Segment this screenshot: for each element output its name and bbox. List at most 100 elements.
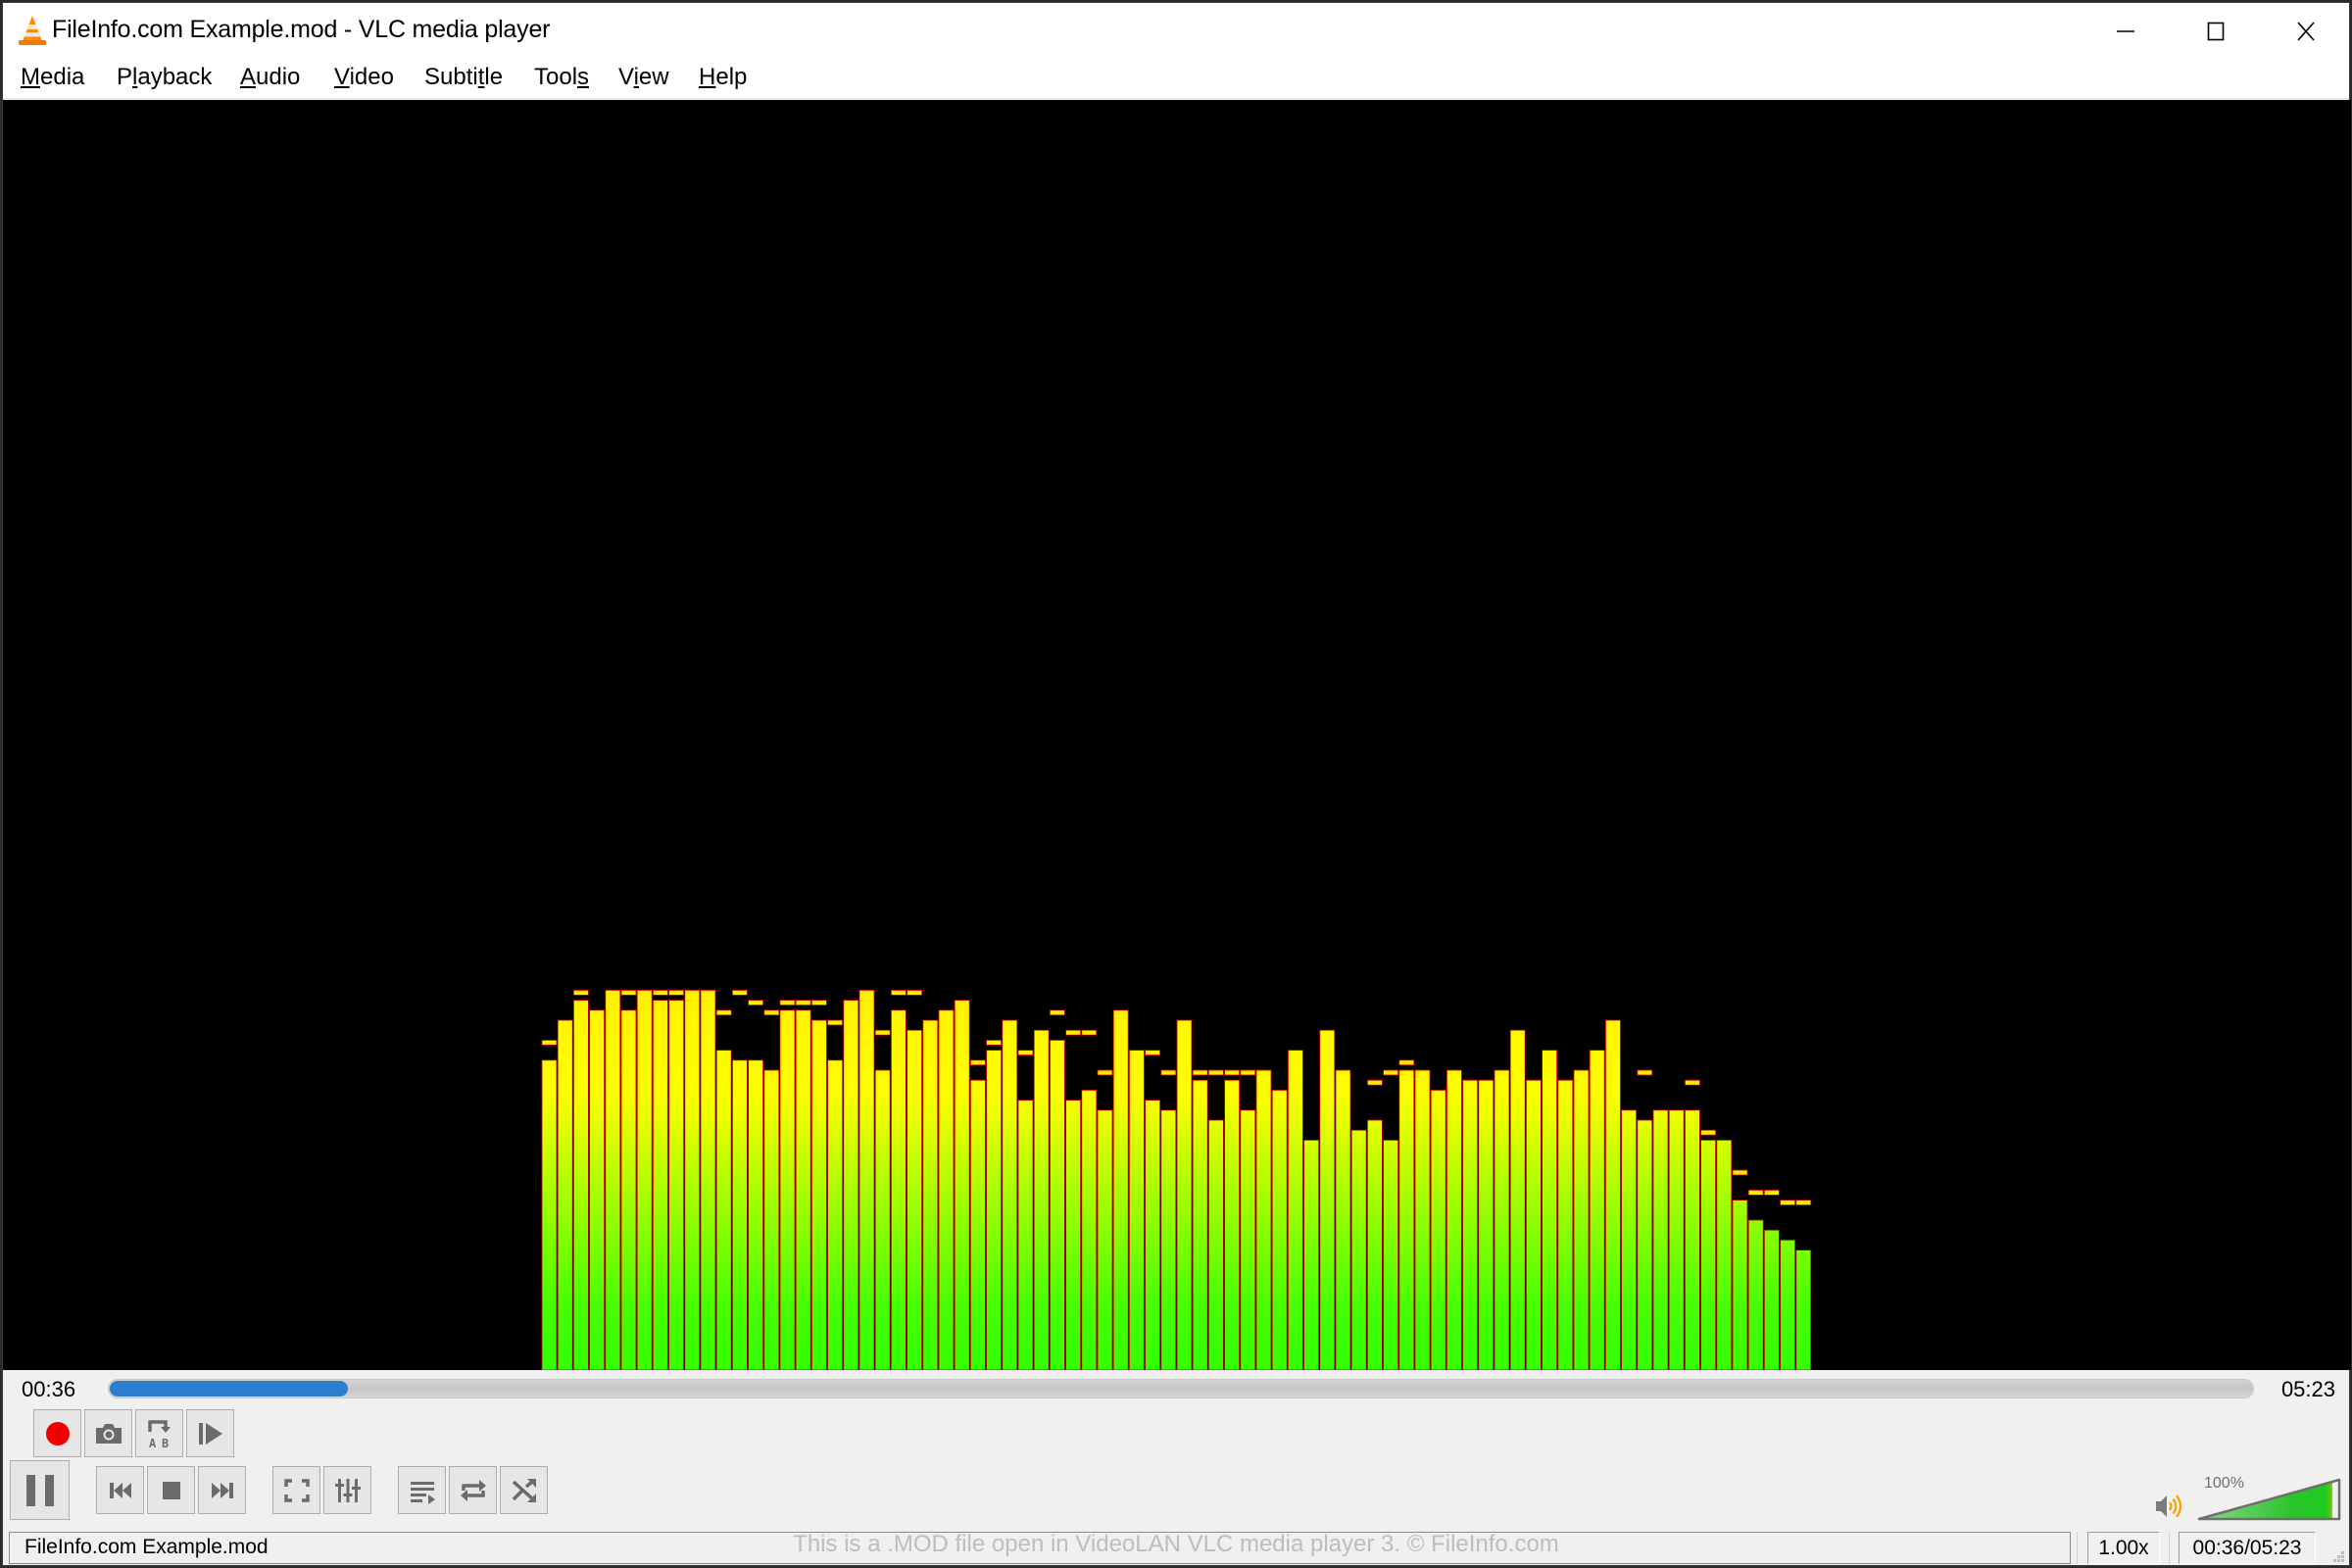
spectrum-peak: [1208, 1069, 1224, 1076]
spectrum-peak: [811, 1000, 827, 1005]
spectrum-peak: [1192, 1069, 1208, 1076]
spectrum-bar: [1065, 1100, 1081, 1370]
spectrum-bar: [1716, 1140, 1733, 1370]
stop-button[interactable]: [147, 1466, 195, 1514]
spectrum-bar: [700, 990, 716, 1370]
record-button[interactable]: [33, 1409, 81, 1457]
spectrum-peak: [1050, 1009, 1065, 1016]
window-title: FileInfo.com Example.mod - VLC media pla…: [52, 16, 551, 43]
menu-view[interactable]: View: [616, 64, 671, 91]
spectrum-bar: [1526, 1079, 1542, 1370]
spectrum-bar: [732, 1059, 748, 1370]
previous-button[interactable]: [96, 1466, 144, 1514]
spectrum-bar: [1605, 1019, 1621, 1370]
shuffle-icon: [512, 1478, 536, 1502]
spectrum-bar: [1542, 1050, 1557, 1370]
spectrum-peak: [986, 1040, 1002, 1046]
playback-speed[interactable]: 1.00x: [2087, 1532, 2160, 1564]
spectrum-peak: [732, 990, 748, 996]
minimize-button[interactable]: [2081, 3, 2171, 60]
spectrum-bar: [605, 990, 621, 1370]
skip-back-icon: [109, 1482, 131, 1498]
menu-subtitle[interactable]: Subtitle: [422, 64, 505, 91]
resize-grip-icon[interactable]: [2331, 1549, 2345, 1563]
ab-loop-button[interactable]: AB: [135, 1409, 183, 1457]
seek-slider[interactable]: [108, 1379, 2254, 1398]
spectrum-bar: [1780, 1240, 1795, 1370]
maximize-button[interactable]: [2171, 3, 2261, 60]
equalizer-icon: [334, 1478, 361, 1502]
spectrum-bar: [1288, 1050, 1303, 1370]
repeat-icon: [460, 1479, 486, 1501]
skip-forward-icon: [211, 1482, 233, 1498]
spectrum-bar: [1557, 1079, 1574, 1370]
loop-button[interactable]: [449, 1466, 497, 1514]
spectrum-peak: [1367, 1079, 1383, 1086]
spectrum-bar: [684, 990, 701, 1370]
spectrum-peak: [1081, 1029, 1098, 1036]
menu-media[interactable]: Media: [19, 64, 86, 91]
spectrum-bar: [1414, 1069, 1431, 1370]
frame-by-frame-icon: [198, 1422, 222, 1445]
spectrum-bar: [1795, 1250, 1812, 1370]
spectrum-visualizer: [541, 990, 1812, 1370]
spectrum-bar: [1367, 1119, 1383, 1370]
menu-tools[interactable]: Tools: [532, 64, 591, 91]
extended-settings-button[interactable]: [323, 1466, 371, 1514]
spectrum-bar: [1446, 1069, 1462, 1370]
spectrum-peak: [1747, 1190, 1764, 1196]
spectrum-bar: [1383, 1140, 1398, 1370]
spectrum-peak: [1685, 1079, 1700, 1086]
snapshot-button[interactable]: [84, 1409, 132, 1457]
title-bar[interactable]: FileInfo.com Example.mod - VLC media pla…: [3, 3, 2349, 60]
video-area[interactable]: [3, 100, 2351, 1370]
spectrum-peak: [763, 1009, 780, 1016]
total-time[interactable]: 05:23: [2281, 1377, 2335, 1402]
spectrum-bar: [1335, 1069, 1351, 1370]
close-button[interactable]: [2261, 3, 2351, 60]
spectrum-bar: [1192, 1079, 1208, 1370]
menu-video[interactable]: Video: [332, 64, 396, 91]
spectrum-peak: [573, 990, 589, 996]
spectrum-bar: [986, 1050, 1002, 1370]
spectrum-peak: [1732, 1169, 1748, 1176]
spectrum-peak: [779, 1000, 796, 1005]
status-bar: FileInfo.com Example.mod This is a .MOD …: [3, 1528, 2349, 1567]
menu-audio[interactable]: Audio: [238, 64, 302, 91]
spectrum-bar: [1589, 1050, 1605, 1370]
spectrum-peak: [1160, 1069, 1177, 1076]
next-button[interactable]: [198, 1466, 246, 1514]
spectrum-bar: [1097, 1109, 1113, 1370]
playlist-button[interactable]: [398, 1466, 446, 1514]
speaker-icon[interactable]: [2155, 1493, 2184, 1520]
spectrum-bar: [1160, 1109, 1177, 1370]
spectrum-peak: [1398, 1059, 1415, 1066]
spectrum-bar: [636, 990, 653, 1370]
spectrum-bar: [1002, 1019, 1018, 1370]
spectrum-bar: [1271, 1090, 1288, 1370]
status-separator: [2169, 1532, 2170, 1564]
spectrum-bar: [858, 990, 875, 1370]
spectrum-peak: [1065, 1029, 1081, 1036]
status-time[interactable]: 00:36/05:23: [2179, 1532, 2316, 1564]
spectrum-bar: [1398, 1069, 1415, 1370]
spectrum-peak: [827, 1019, 843, 1026]
spectrum-bar: [843, 1000, 859, 1370]
spectrum-bar: [1573, 1069, 1590, 1370]
fullscreen-button[interactable]: [272, 1466, 320, 1514]
spectrum-peak: [1240, 1069, 1256, 1076]
frame-step-button[interactable]: [186, 1409, 234, 1457]
spectrum-bar: [891, 1009, 906, 1370]
spectrum-peak: [668, 990, 684, 996]
pause-button[interactable]: [10, 1460, 70, 1520]
volume-slider[interactable]: [2196, 1476, 2343, 1523]
spectrum-bar: [748, 1059, 763, 1370]
spectrum-bar: [827, 1059, 843, 1370]
camera-icon: [95, 1423, 122, 1444]
random-button[interactable]: [500, 1466, 548, 1514]
spectrum-bar: [1747, 1219, 1764, 1370]
spectrum-bar: [1303, 1140, 1319, 1370]
menu-playback[interactable]: Playback: [115, 64, 214, 91]
menu-help[interactable]: Help: [697, 64, 749, 91]
spectrum-bar: [922, 1019, 939, 1370]
